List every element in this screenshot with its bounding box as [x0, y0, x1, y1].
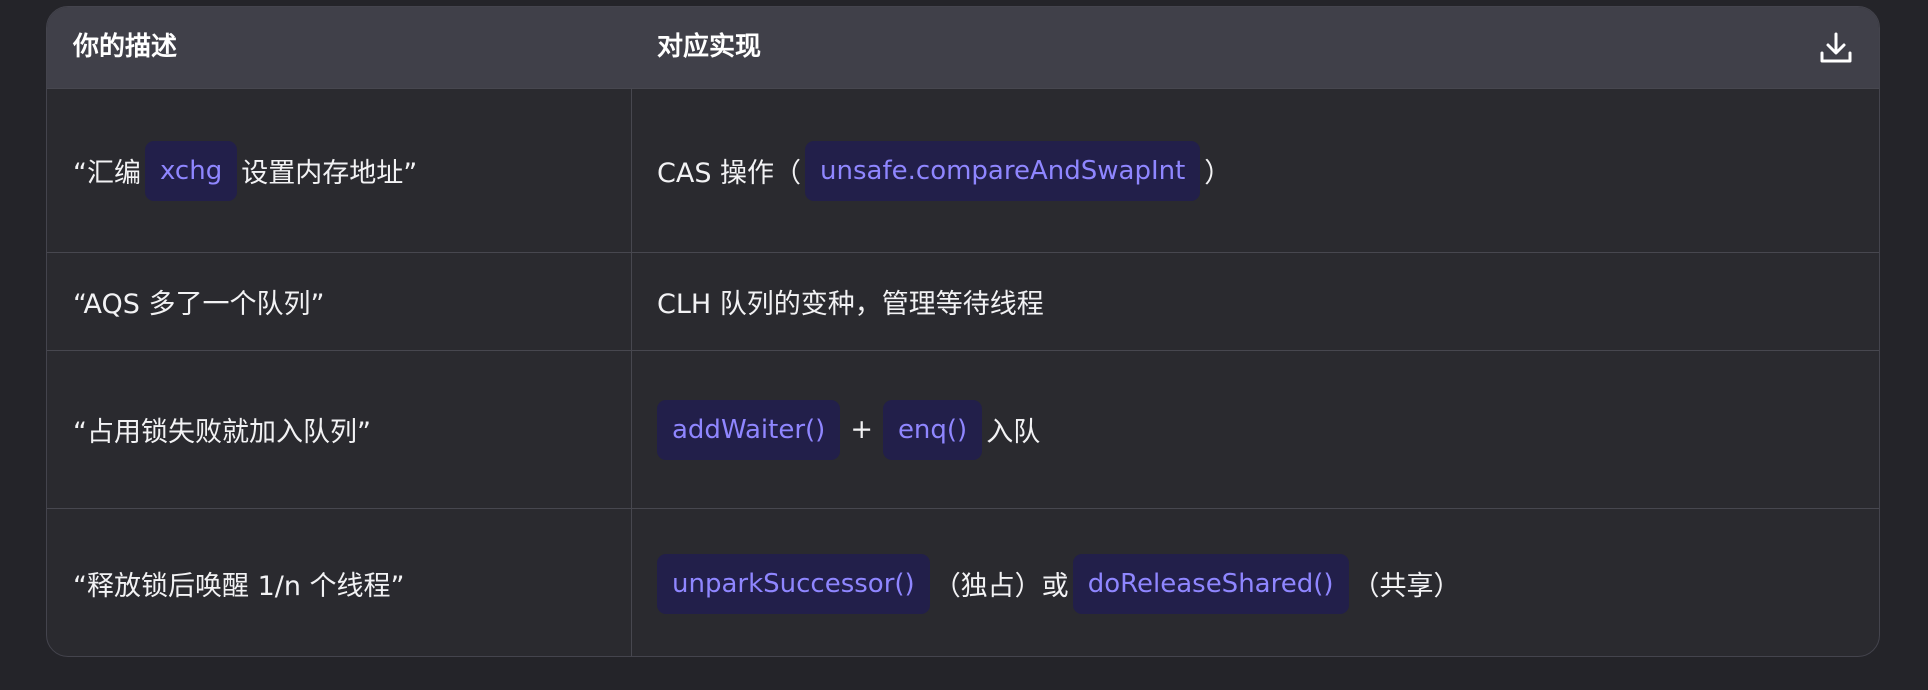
- table-row: “释放锁后唤醒 1/n 个线程” unparkSuccessor() （独占）或…: [47, 508, 1879, 656]
- description-cell: “占用锁失败就加入队列”: [73, 351, 371, 508]
- download-icon[interactable]: [1817, 29, 1855, 67]
- table-row: “AQS 多了一个队列” CLH 队列的变种，管理等待线程: [47, 252, 1879, 350]
- implementation-cell: CLH 队列的变种，管理等待线程: [657, 253, 1044, 350]
- implementation-text: +: [850, 414, 873, 445]
- table-row: “占用锁失败就加入队列” addWaiter() + enq() 入队: [47, 350, 1879, 508]
- code-chip: xchg: [145, 140, 238, 201]
- implementation-cell: CAS 操作（ unsafe.compareAndSwapInt ）: [657, 89, 1231, 252]
- code-chip: enq(): [882, 399, 983, 460]
- implementation-text: （共享）: [1352, 571, 1461, 602]
- table-row: “汇编 xchg 设置内存地址” CAS 操作（ unsafe.compareA…: [47, 88, 1879, 252]
- description-text: “释放锁后唤醒 1/n 个线程”: [73, 571, 405, 602]
- implementation-text: （独占）或: [933, 571, 1069, 602]
- header-implementation: 对应实现: [657, 32, 762, 62]
- implementation-text: ）: [1204, 158, 1232, 189]
- table-header: 你的描述 对应实现: [47, 7, 1879, 88]
- description-cell: “释放锁后唤醒 1/n 个线程”: [73, 509, 405, 656]
- code-chip: doReleaseShared(): [1072, 553, 1349, 614]
- code-chip: unsafe.compareAndSwapInt: [805, 140, 1201, 201]
- code-chip: unparkSuccessor(): [657, 553, 930, 614]
- implementation-cell: addWaiter() + enq() 入队: [657, 351, 1040, 508]
- implementation-text: CLH 队列的变种，管理等待线程: [657, 289, 1044, 320]
- description-text: “占用锁失败就加入队列”: [73, 417, 371, 448]
- description-cell: “AQS 多了一个队列”: [73, 253, 324, 350]
- implementation-text: CAS 操作（: [657, 158, 802, 189]
- implementation-cell: unparkSuccessor() （独占）或 doReleaseShared(…: [657, 509, 1461, 656]
- description-text: “汇编: [73, 158, 141, 189]
- description-text: “AQS 多了一个队列”: [73, 289, 325, 320]
- code-chip: addWaiter(): [657, 399, 841, 460]
- implementation-text: 入队: [986, 417, 1041, 448]
- comparison-table: 你的描述 对应实现 “汇编 xchg 设置内存地址” CAS 操作（ unsaf…: [46, 6, 1880, 657]
- description-text: 设置内存地址”: [241, 158, 418, 189]
- description-cell: “汇编 xchg 设置内存地址”: [73, 89, 417, 252]
- header-description: 你的描述: [73, 32, 178, 62]
